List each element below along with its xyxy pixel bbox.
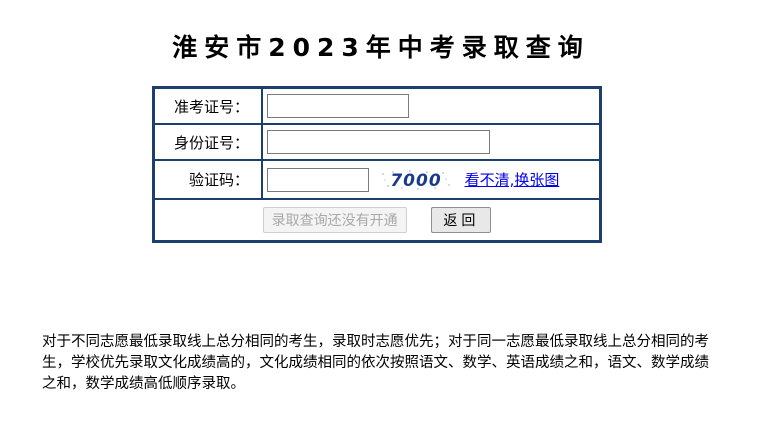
captcha-label: 验证码： (154, 160, 262, 199)
query-form: 准考证号： 身份证号： 验证码： 7000 看不清,换张图 录取查询还没有开通 … (152, 86, 602, 243)
captcha-noise: 7000 (381, 169, 450, 191)
exam-number-row: 准考证号： (154, 88, 600, 124)
id-number-label: 身份证号： (154, 124, 262, 160)
back-button[interactable]: 返回 (431, 207, 492, 233)
button-row: 录取查询还没有开通 返回 (154, 199, 600, 241)
captcha-input[interactable] (267, 167, 369, 192)
exam-number-cell (262, 88, 600, 124)
admission-rule-note: 对于不同志愿最低录取线上总分相同的考生，录取时志愿优先；对于同一志愿最低录取线上… (42, 334, 709, 392)
id-number-row: 身份证号： (154, 124, 600, 160)
page-title: 淮安市2023年中考录取查询 (172, 33, 590, 62)
captcha-image[interactable]: 7000 (379, 168, 452, 191)
captcha-text: 7000 (390, 171, 441, 191)
id-number-cell (262, 124, 600, 160)
submit-query-button[interactable]: 录取查询还没有开通 (262, 207, 407, 233)
exam-number-label: 准考证号： (154, 88, 262, 124)
id-number-input[interactable] (267, 130, 490, 154)
exam-number-input[interactable] (267, 94, 409, 118)
refresh-captcha-link[interactable]: 看不清,换张图 (465, 171, 560, 189)
captcha-cell: 7000 看不清,换张图 (262, 160, 600, 199)
button-cell: 录取查询还没有开通 返回 (154, 199, 600, 241)
captcha-row: 验证码： 7000 看不清,换张图 (154, 160, 600, 199)
